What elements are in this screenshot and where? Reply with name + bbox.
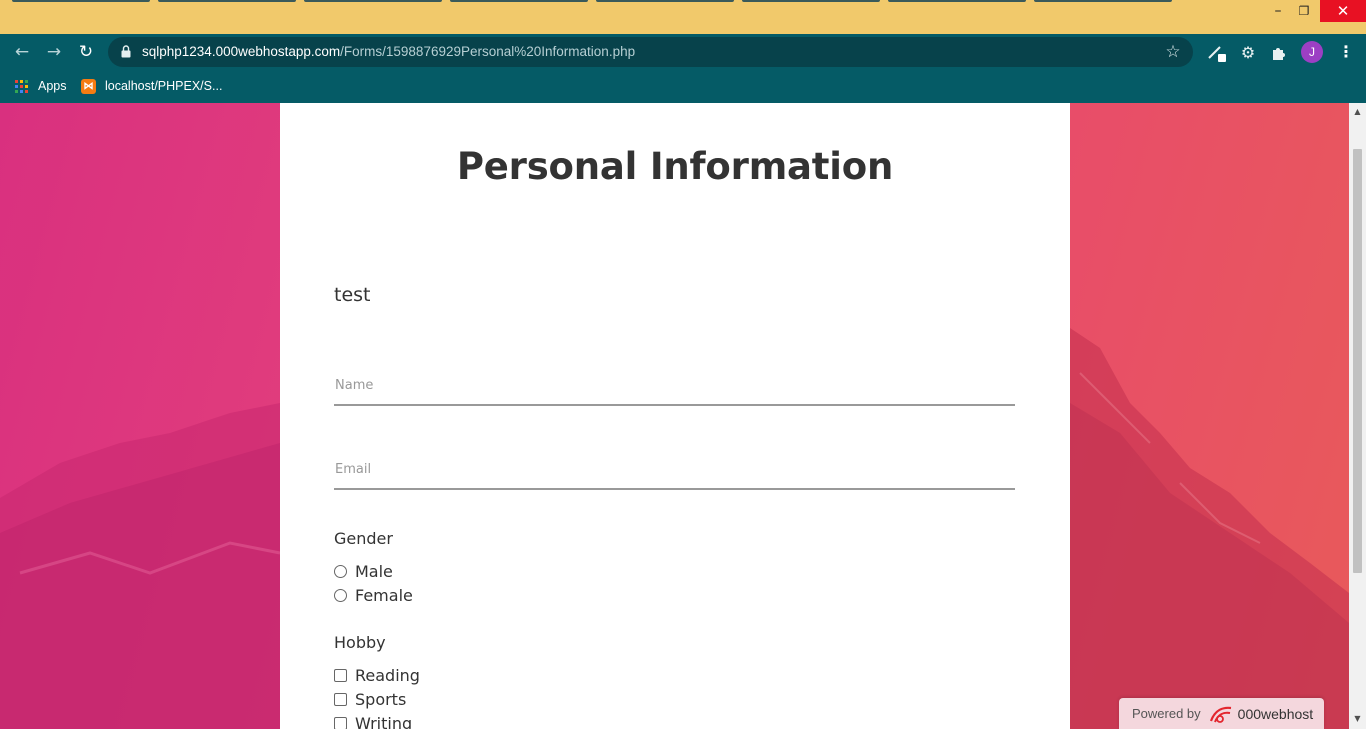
apps-grid-icon (15, 79, 28, 93)
browser-toolbar: ← → ↻ sqlphp1234.000webhostapp.com/Forms… (0, 34, 1366, 70)
puzzle-icon[interactable] (1268, 42, 1290, 64)
000webhost-logo-icon (1209, 706, 1231, 723)
browser-tab[interactable] (888, 0, 1026, 2)
bookmark-localhost[interactable]: ⋈ localhost/PHPEX/S... (81, 76, 222, 96)
bookmark-apps[interactable]: Apps (15, 76, 67, 96)
hobby-option-sports[interactable]: Sports (334, 688, 406, 710)
lock-icon (121, 45, 131, 58)
gender-label: Gender (334, 529, 393, 548)
option-label: Sports (355, 689, 407, 709)
checkbox[interactable] (334, 716, 347, 729)
gender-option-male[interactable]: Male (334, 560, 393, 582)
pen-icon (1208, 46, 1226, 62)
name-input[interactable] (334, 366, 1015, 406)
option-label: Male (355, 561, 393, 581)
browser-tab[interactable] (450, 0, 588, 2)
profile-avatar[interactable]: J (1301, 41, 1323, 63)
scroll-down-icon[interactable]: ▼ (1349, 712, 1366, 726)
option-label: Reading (355, 665, 420, 685)
option-label: Writing (355, 713, 413, 729)
close-button[interactable]: ✕ (1320, 0, 1366, 22)
radio-button[interactable] (334, 564, 347, 578)
checkbox[interactable] (334, 692, 347, 706)
hobby-label: Hobby (334, 633, 386, 652)
extensions-icon (1273, 48, 1285, 60)
url-path: /Forms/1598876929Personal%20Information.… (340, 44, 636, 59)
page-scrollbar[interactable]: ▲ ▼ (1349, 103, 1366, 729)
bookmarks-bar: Apps ⋈ localhost/PHPEX/S... (0, 70, 1366, 103)
form-description: test (334, 284, 371, 306)
url-text[interactable]: sqlphp1234.000webhostapp.com/Forms/15988… (142, 37, 635, 67)
page-viewport: Personal Information test Gender Male Fe… (0, 103, 1349, 729)
gender-option-female[interactable]: Female (334, 584, 413, 606)
url-host: sqlphp1234.000webhostapp.com (142, 44, 341, 59)
checkbox[interactable] (334, 668, 347, 682)
option-label: Female (355, 585, 413, 605)
address-bar[interactable]: sqlphp1234.000webhostapp.com/Forms/15988… (108, 37, 1193, 67)
radio-button[interactable] (334, 588, 347, 602)
brand-name: 000webhost (1237, 705, 1314, 722)
powered-by-text: Powered by (1132, 706, 1201, 721)
extension-pen-icon[interactable] (1205, 42, 1227, 64)
browser-tab[interactable] (12, 0, 150, 2)
hobby-option-reading[interactable]: Reading (334, 664, 420, 686)
page-title: Personal Information (456, 145, 894, 188)
form-card: Personal Information test Gender Male Fe… (280, 103, 1070, 729)
email-input[interactable] (334, 450, 1015, 490)
scroll-up-icon[interactable]: ▲ (1349, 105, 1366, 119)
browser-tab[interactable] (1034, 0, 1172, 2)
bookmark-label: Apps (38, 79, 67, 93)
browser-tab[interactable] (158, 0, 296, 2)
xampp-icon: ⋈ (81, 78, 96, 94)
scroll-thumb[interactable] (1353, 149, 1362, 573)
minimize-button[interactable]: – (1265, 0, 1291, 22)
powered-by-badge[interactable]: Powered by 000webhost (1119, 698, 1324, 729)
restore-button[interactable]: ❐ (1291, 0, 1317, 22)
bookmark-star-icon[interactable]: ☆ (1163, 42, 1183, 62)
window-title-bar: – ❐ ✕ (0, 0, 1366, 34)
back-icon[interactable]: ← (10, 40, 34, 64)
settings-gear-icon[interactable]: ⚙ (1237, 42, 1259, 64)
browser-tab[interactable] (304, 0, 442, 2)
bookmark-label: localhost/PHPEX/S... (105, 79, 223, 93)
browser-tab[interactable] (596, 0, 734, 2)
more-menu-icon[interactable]: ⋮ (1338, 42, 1354, 64)
reload-icon[interactable]: ↻ (74, 40, 98, 64)
forward-icon[interactable]: → (42, 40, 66, 64)
browser-tab[interactable] (742, 0, 880, 2)
hobby-option-writing[interactable]: Writing (334, 712, 412, 729)
